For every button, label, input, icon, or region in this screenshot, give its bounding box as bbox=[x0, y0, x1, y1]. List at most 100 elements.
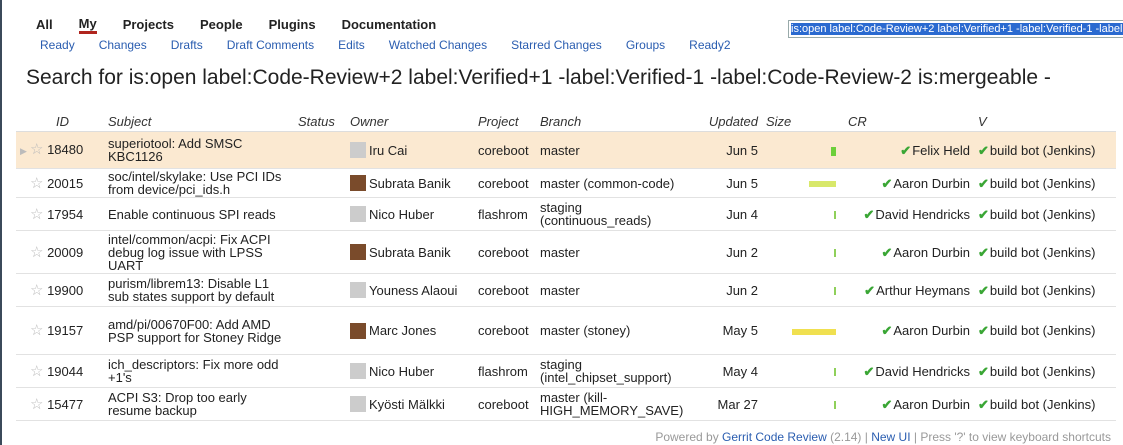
v-vote[interactable]: build bot (Jenkins) bbox=[990, 283, 1096, 298]
subnav-draft-comments[interactable]: Draft Comments bbox=[227, 38, 314, 54]
table-row[interactable]: ☆ 20009 intel/common/acpi: Fix ACPI debug… bbox=[16, 230, 1116, 274]
table-row[interactable]: ☆ 19044 ich_descriptors: Fix more odd +1'… bbox=[16, 354, 1116, 388]
change-project[interactable]: coreboot bbox=[478, 176, 529, 191]
change-branch[interactable]: master bbox=[540, 143, 580, 158]
change-subject[interactable]: superiotool: Add SMSC KBC1126 bbox=[108, 136, 242, 164]
v-vote[interactable]: build bot (Jenkins) bbox=[990, 364, 1096, 379]
cr-vote[interactable]: Arthur Heymans bbox=[876, 283, 970, 298]
change-id[interactable]: 15477 bbox=[47, 397, 83, 412]
header-project[interactable]: Project bbox=[474, 111, 536, 132]
v-vote[interactable]: build bot (Jenkins) bbox=[990, 245, 1096, 260]
change-project[interactable]: coreboot bbox=[478, 143, 529, 158]
cr-vote[interactable]: David Hendricks bbox=[875, 207, 970, 222]
table-row[interactable]: ☆ 17954 Enable continuous SPI reads Nico H… bbox=[16, 197, 1116, 231]
star-icon[interactable]: ☆ bbox=[30, 397, 43, 412]
star-icon[interactable]: ☆ bbox=[30, 142, 43, 157]
cr-vote[interactable]: David Hendricks bbox=[875, 364, 970, 379]
change-project[interactable]: coreboot bbox=[478, 323, 529, 338]
header-status[interactable]: Status bbox=[294, 111, 346, 132]
header-size[interactable]: Size bbox=[762, 111, 844, 132]
change-id[interactable]: 17954 bbox=[47, 207, 83, 222]
table-row[interactable]: ☆ 15477 ACPI S3: Drop too early resume ba… bbox=[16, 387, 1116, 421]
change-owner[interactable]: Nico Huber bbox=[369, 208, 434, 221]
subnav-groups[interactable]: Groups bbox=[626, 38, 665, 54]
change-project[interactable]: flashrom bbox=[478, 364, 528, 379]
nav-my[interactable]: My bbox=[78, 16, 97, 34]
change-subject[interactable]: ich_descriptors: Fix more odd +1's bbox=[108, 357, 279, 385]
nav-documentation[interactable]: Documentation bbox=[342, 17, 437, 34]
subnav-changes[interactable]: Changes bbox=[99, 38, 147, 54]
header-branch[interactable]: Branch bbox=[536, 111, 700, 132]
star-icon[interactable]: ☆ bbox=[30, 176, 43, 191]
change-owner[interactable]: Youness Alaoui bbox=[369, 284, 457, 297]
change-branch[interactable]: staging (intel_chipset_support) bbox=[540, 357, 672, 385]
subnav-ready2[interactable]: Ready2 bbox=[689, 38, 730, 54]
header-subject[interactable]: Subject bbox=[104, 111, 294, 132]
change-owner[interactable]: Kyösti Mälkki bbox=[369, 398, 445, 411]
change-subject[interactable]: Enable continuous SPI reads bbox=[108, 207, 276, 222]
subnav-drafts[interactable]: Drafts bbox=[171, 38, 203, 54]
change-subject[interactable]: soc/intel/skylake: Use PCI IDs from devi… bbox=[108, 169, 281, 197]
change-project[interactable]: coreboot bbox=[478, 397, 529, 412]
change-project[interactable]: coreboot bbox=[478, 283, 529, 298]
nav-people[interactable]: People bbox=[200, 17, 243, 34]
v-vote[interactable]: build bot (Jenkins) bbox=[990, 207, 1096, 222]
v-vote[interactable]: build bot (Jenkins) bbox=[990, 176, 1096, 191]
change-subject[interactable]: ACPI S3: Drop too early resume backup bbox=[108, 390, 247, 418]
change-owner[interactable]: Subrata Banik bbox=[369, 246, 451, 259]
change-owner[interactable]: Nico Huber bbox=[369, 365, 434, 378]
change-owner[interactable]: Marc Jones bbox=[369, 324, 436, 337]
change-branch[interactable]: master bbox=[540, 245, 580, 260]
nav-projects[interactable]: Projects bbox=[123, 17, 174, 34]
subnav-starred-changes[interactable]: Starred Changes bbox=[511, 38, 602, 54]
v-vote[interactable]: build bot (Jenkins) bbox=[990, 143, 1096, 158]
star-icon[interactable]: ☆ bbox=[30, 364, 43, 379]
new-ui-link[interactable]: New UI bbox=[871, 430, 910, 444]
change-subject[interactable]: amd/pi/00670F00: Add AMD PSP support for… bbox=[108, 317, 281, 345]
cr-vote[interactable]: Aaron Durbin bbox=[893, 323, 970, 338]
change-branch[interactable]: master (stoney) bbox=[540, 323, 630, 338]
nav-plugins[interactable]: Plugins bbox=[269, 17, 316, 34]
change-id[interactable]: 19044 bbox=[47, 364, 83, 379]
change-id[interactable]: 18480 bbox=[47, 142, 83, 157]
change-id[interactable]: 20015 bbox=[47, 176, 83, 191]
cr-vote[interactable]: Felix Held bbox=[912, 143, 970, 158]
change-id[interactable]: 20009 bbox=[47, 245, 83, 260]
change-branch[interactable]: staging (continuous_reads) bbox=[540, 200, 651, 228]
star-icon[interactable]: ☆ bbox=[30, 323, 43, 338]
v-vote[interactable]: build bot (Jenkins) bbox=[990, 397, 1096, 412]
header-id[interactable]: ID bbox=[16, 111, 104, 132]
cr-vote[interactable]: Aaron Durbin bbox=[893, 176, 970, 191]
subnav-watched-changes[interactable]: Watched Changes bbox=[389, 38, 487, 54]
table-row[interactable]: ▶ ☆ 18480 superiotool: Add SMSC KBC1126 Iru… bbox=[16, 131, 1116, 169]
change-subject[interactable]: purism/librem13: Disable L1 sub states s… bbox=[108, 276, 274, 304]
v-vote[interactable]: build bot (Jenkins) bbox=[990, 323, 1096, 338]
nav-all[interactable]: All bbox=[36, 17, 53, 34]
change-branch[interactable]: master (kill-HIGH_MEMORY_SAVE) bbox=[540, 390, 683, 418]
header-owner[interactable]: Owner bbox=[346, 111, 474, 132]
change-branch[interactable]: master bbox=[540, 283, 580, 298]
cr-vote[interactable]: Aaron Durbin bbox=[893, 245, 970, 260]
change-id[interactable]: 19157 bbox=[47, 323, 83, 338]
header-updated[interactable]: Updated bbox=[700, 111, 762, 132]
change-id[interactable]: 19900 bbox=[47, 283, 83, 298]
search-input[interactable]: is:open label:Code-Review+2 label:Verifi… bbox=[788, 20, 1123, 38]
subnav-ready[interactable]: Ready bbox=[40, 38, 75, 54]
change-project[interactable]: coreboot bbox=[478, 245, 529, 260]
change-branch[interactable]: master (common-code) bbox=[540, 176, 674, 191]
gerrit-link[interactable]: Gerrit Code Review bbox=[722, 430, 827, 444]
change-owner[interactable]: Iru Cai bbox=[369, 144, 407, 157]
table-row[interactable]: ☆ 19900 purism/librem13: Disable L1 sub s… bbox=[16, 273, 1116, 307]
header-v[interactable]: V bbox=[974, 111, 1116, 132]
star-icon[interactable]: ☆ bbox=[30, 283, 43, 298]
star-icon[interactable]: ☆ bbox=[30, 207, 43, 222]
change-subject[interactable]: intel/common/acpi: Fix ACPI debug log is… bbox=[108, 232, 271, 273]
star-icon[interactable]: ☆ bbox=[30, 245, 43, 260]
subnav-edits[interactable]: Edits bbox=[338, 38, 365, 54]
table-row[interactable]: ☆ 20015 soc/intel/skylake: Use PCI IDs fr… bbox=[16, 168, 1116, 198]
change-owner[interactable]: Subrata Banik bbox=[369, 177, 451, 190]
header-cr[interactable]: CR bbox=[844, 111, 974, 132]
table-row[interactable]: ☆ 19157 amd/pi/00670F00: Add AMD PSP supp… bbox=[16, 306, 1116, 355]
cr-vote[interactable]: Aaron Durbin bbox=[893, 397, 970, 412]
change-project[interactable]: flashrom bbox=[478, 207, 528, 222]
